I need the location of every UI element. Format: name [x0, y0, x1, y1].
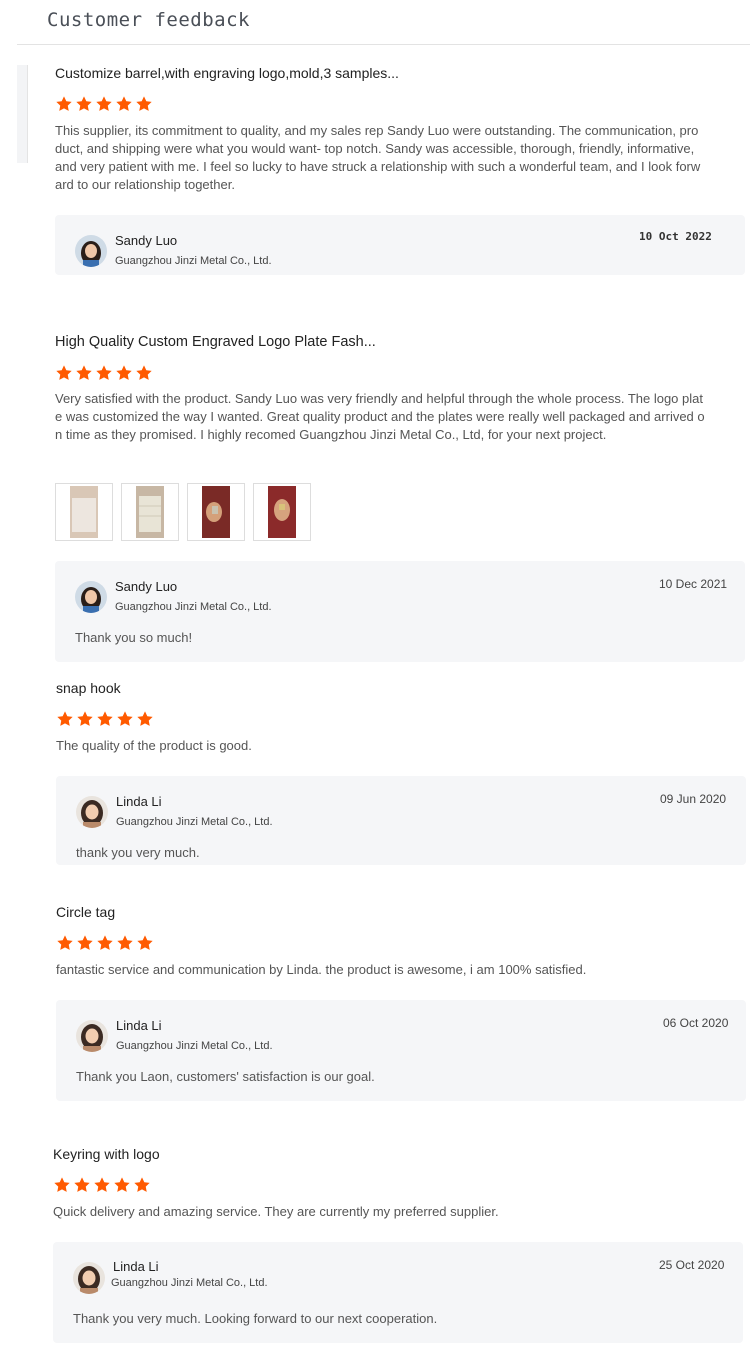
- review-photo-thumbnail[interactable]: [187, 483, 245, 541]
- star-icon: [116, 710, 134, 728]
- star-icon: [56, 710, 74, 728]
- review-photo-thumbnail[interactable]: [55, 483, 113, 541]
- star-icon: [76, 934, 94, 952]
- reply-author-name: Linda Li: [116, 794, 162, 809]
- star-icon: [135, 95, 153, 113]
- review-title[interactable]: Customize barrel,with engraving logo,mol…: [55, 65, 399, 81]
- avatar: [75, 235, 107, 267]
- avatar: [75, 581, 107, 613]
- reply-date: 10 Dec 2021: [659, 577, 728, 591]
- review-photo-thumbnail[interactable]: [253, 483, 311, 541]
- star-icon: [56, 934, 74, 952]
- review-text: Very satisfied with the product. Sandy L…: [55, 391, 705, 442]
- star-icon: [136, 710, 154, 728]
- rating-stars: [55, 364, 153, 382]
- reply-author-name: Sandy Luo: [115, 233, 178, 248]
- star-icon: [95, 95, 113, 113]
- reply-date: 25 Oct 2020: [659, 1258, 725, 1272]
- star-icon: [75, 364, 93, 382]
- star-icon: [75, 95, 93, 113]
- review-text: The quality of the product is good.: [56, 738, 252, 753]
- reply-date: 09 Jun 2020: [660, 792, 727, 806]
- star-icon: [93, 1176, 111, 1194]
- reply-company: Guangzhou Jinzi Metal Co., Ltd.: [116, 1040, 273, 1052]
- review-title[interactable]: Keyring with logo: [53, 1146, 160, 1162]
- star-icon: [53, 1176, 71, 1194]
- reply-date: 10 Oct 2022: [639, 230, 712, 243]
- avatar: [76, 796, 108, 828]
- rating-stars: [56, 710, 154, 728]
- review-title[interactable]: Circle tag: [56, 904, 115, 920]
- seller-reply: Sandy Luo Guangzhou Jinzi Metal Co., Ltd…: [55, 561, 745, 662]
- reply-text: Thank you so much!: [75, 630, 193, 645]
- rating-stars: [56, 934, 154, 952]
- star-icon: [133, 1176, 151, 1194]
- star-icon: [115, 364, 133, 382]
- reply-company: Guangzhou Jinzi Metal Co., Ltd.: [115, 601, 272, 613]
- star-icon: [96, 710, 114, 728]
- reply-company: Guangzhou Jinzi Metal Co., Ltd.: [116, 816, 273, 828]
- seller-reply: Sandy Luo Guangzhou Jinzi Metal Co., Ltd…: [55, 215, 745, 275]
- star-icon: [115, 95, 133, 113]
- reply-company: Guangzhou Jinzi Metal Co., Ltd.: [115, 255, 272, 267]
- star-icon: [116, 934, 134, 952]
- star-icon: [135, 364, 153, 382]
- seller-reply: Linda Li Guangzhou Jinzi Metal Co., Ltd.…: [56, 1000, 746, 1101]
- reply-date: 06 Oct 2020: [663, 1016, 729, 1030]
- rating-stars: [53, 1176, 151, 1194]
- left-edge-strip: [17, 65, 28, 163]
- review-photo-thumbnail[interactable]: [121, 483, 179, 541]
- star-icon: [113, 1176, 131, 1194]
- avatar: [73, 1262, 105, 1294]
- reply-text: thank you very much.: [76, 845, 200, 860]
- star-icon: [76, 710, 94, 728]
- star-icon: [73, 1176, 91, 1194]
- reply-author-name: Linda Li: [116, 1018, 162, 1033]
- reply-author-name: Sandy Luo: [115, 579, 178, 594]
- star-icon: [55, 95, 73, 113]
- star-icon: [55, 364, 73, 382]
- review-photos: [55, 483, 311, 541]
- star-icon: [136, 934, 154, 952]
- review-title[interactable]: High Quality Custom Engraved Logo Plate …: [55, 334, 376, 350]
- review-title[interactable]: snap hook: [56, 680, 121, 696]
- reply-company: Guangzhou Jinzi Metal Co., Ltd.: [111, 1277, 268, 1289]
- page-title: Customer feedback: [47, 9, 250, 31]
- rating-stars: [55, 95, 153, 113]
- seller-reply: Linda Li Guangzhou Jinzi Metal Co., Ltd.…: [56, 776, 746, 865]
- reply-author-name: Linda Li: [113, 1259, 159, 1274]
- review-text: fantastic service and communication by L…: [56, 962, 587, 977]
- avatar: [76, 1020, 108, 1052]
- star-icon: [96, 934, 114, 952]
- review-text: This supplier, its commitment to quality…: [55, 123, 701, 192]
- reply-text: Thank you Laon, customers' satisfaction …: [76, 1069, 375, 1084]
- seller-reply: Linda Li Guangzhou Jinzi Metal Co., Ltd.…: [53, 1242, 743, 1343]
- star-icon: [95, 364, 113, 382]
- reply-text: Thank you very much. Looking forward to …: [73, 1311, 438, 1326]
- review-text: Quick delivery and amazing service. They…: [53, 1204, 499, 1219]
- title-divider: [17, 44, 750, 45]
